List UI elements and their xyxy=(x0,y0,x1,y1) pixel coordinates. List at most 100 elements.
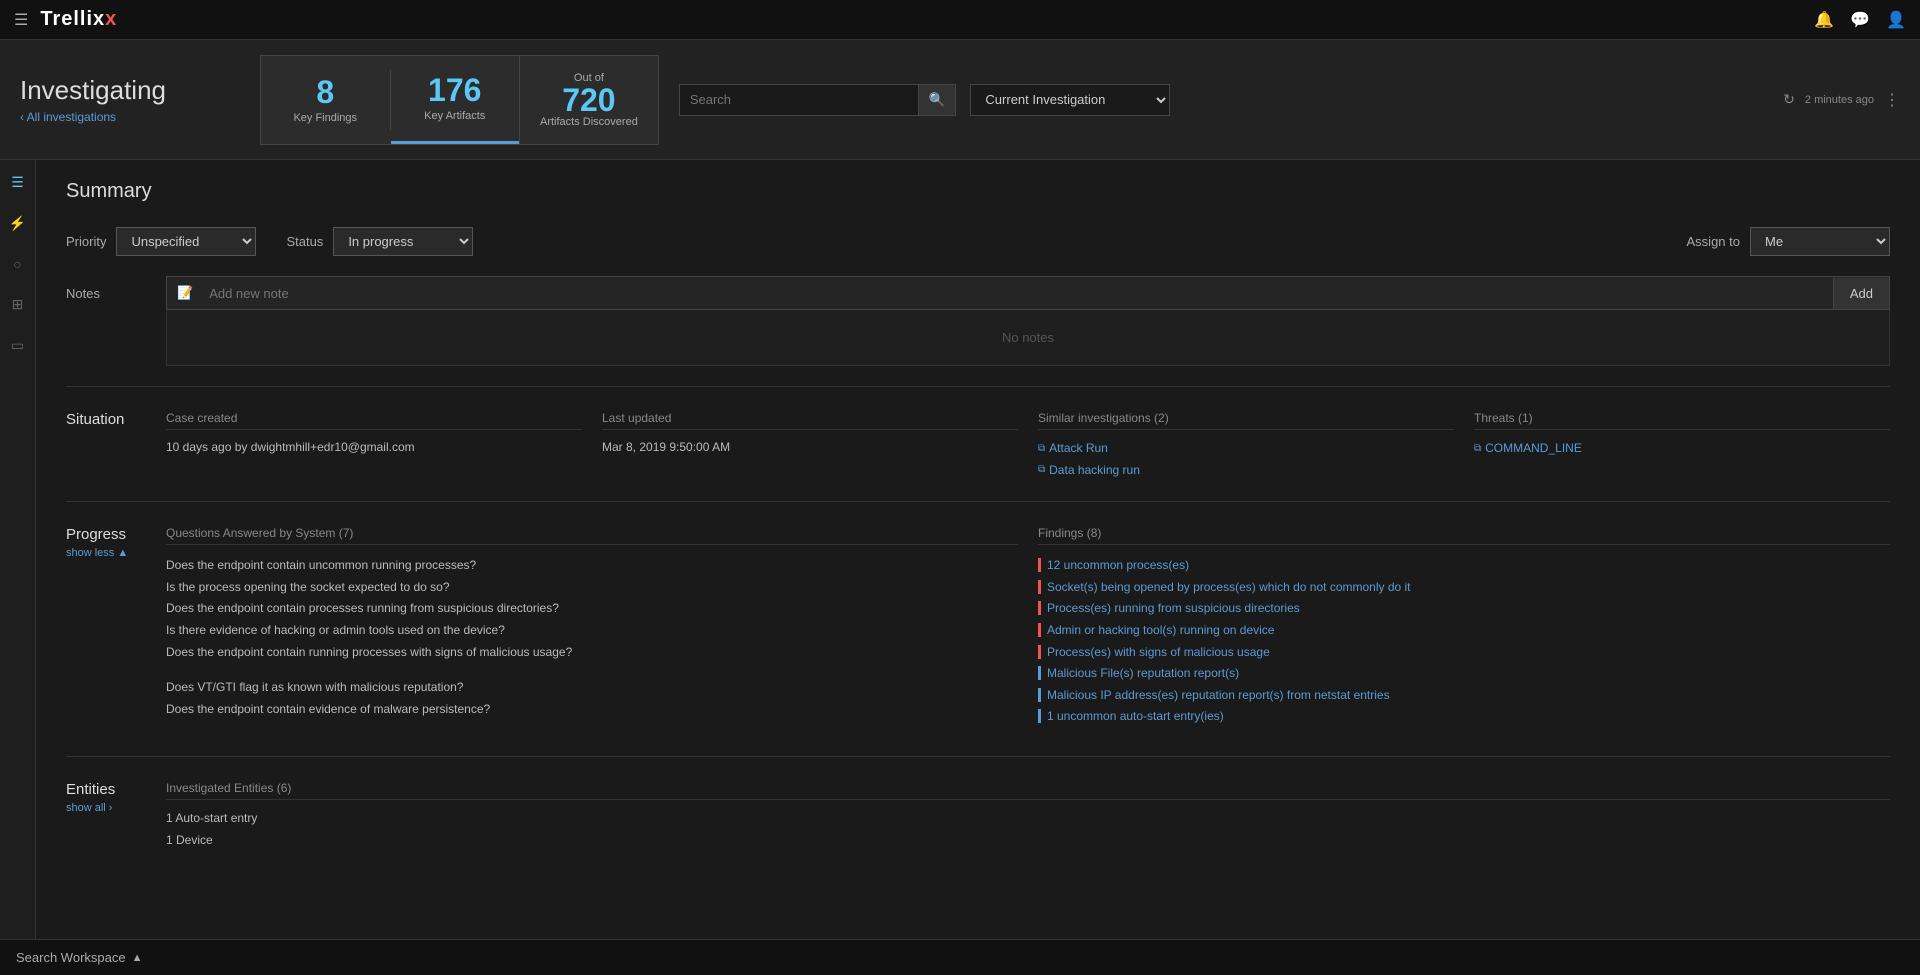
finding-3[interactable]: Process(es) running from suspicious dire… xyxy=(1038,598,1890,620)
progress-header-row: Progress show less ▲ Questions Answered … xyxy=(66,526,1890,728)
artifacts-block: Out of 720 Artifacts Discovered xyxy=(520,55,659,145)
more-options-icon[interactable]: ⋮ xyxy=(1884,90,1900,110)
sidebar-book-icon[interactable]: ▭ xyxy=(7,333,28,358)
finding-bar-1 xyxy=(1038,558,1041,572)
question-1: Does the endpoint contain uncommon runni… xyxy=(166,555,1018,577)
entities-left: Entities show all › xyxy=(66,781,146,814)
status-group: Status In progress Open Closed Resolved xyxy=(286,227,473,256)
case-created-value: 10 days ago by dwightmhill+edr10@gmail.c… xyxy=(166,438,582,457)
hamburger-icon[interactable]: ☰ xyxy=(14,10,28,30)
finding-7[interactable]: Malicious IP address(es) reputation repo… xyxy=(1038,685,1890,707)
finding-8[interactable]: 1 uncommon auto-start entry(ies) xyxy=(1038,706,1890,728)
notes-label: Notes xyxy=(66,276,146,301)
entities-col-header: Investigated Entities (6) xyxy=(166,781,1890,800)
notes-input[interactable] xyxy=(203,278,1833,309)
all-investigations-link[interactable]: All investigations xyxy=(20,110,240,124)
note-icon: 📝 xyxy=(167,277,203,309)
finding-bar-2 xyxy=(1038,580,1041,594)
no-notes-message: No notes xyxy=(166,310,1890,366)
finding-5[interactable]: Process(es) with signs of malicious usag… xyxy=(1038,642,1890,664)
progress-left: Progress show less ▲ xyxy=(66,526,146,559)
finding-bar-7 xyxy=(1038,688,1041,702)
similar-investigations-header: Similar investigations (2) xyxy=(1038,411,1454,430)
left-sidebar: ☰ ⚡ ○ ⊞ ▭ xyxy=(0,160,36,939)
assign-select[interactable]: Me Team Unassigned xyxy=(1750,227,1890,256)
notes-input-row: 📝 Add xyxy=(166,276,1890,310)
header-bar: Investigating All investigations 8 Key F… xyxy=(0,40,1920,160)
similar-investigations-col: Similar investigations (2) Attack Run Da… xyxy=(1038,411,1454,481)
finding-bar-6 xyxy=(1038,666,1041,680)
progress-title: Progress xyxy=(66,526,146,543)
finding-bar-5 xyxy=(1038,645,1041,659)
chat-icon[interactable]: 💬 xyxy=(1850,10,1870,30)
entity-2: 1 Device xyxy=(166,830,1890,852)
logo: Trellixx xyxy=(40,8,117,31)
finding-bar-3 xyxy=(1038,601,1041,615)
last-updated-value: Mar 8, 2019 9:50:00 AM xyxy=(602,438,1018,457)
situation-label: Situation xyxy=(66,411,146,428)
data-hacking-link[interactable]: Data hacking run xyxy=(1038,460,1454,482)
user-icon[interactable]: 👤 xyxy=(1886,10,1906,30)
finding-4[interactable]: Admin or hacking tool(s) running on devi… xyxy=(1038,620,1890,642)
question-4: Is there evidence of hacking or admin to… xyxy=(166,620,1018,642)
entity-1: 1 Auto-start entry xyxy=(166,808,1890,830)
chevron-up-icon: ▲ xyxy=(132,952,143,964)
investigating-title: Investigating xyxy=(20,75,240,106)
refresh-icon[interactable]: ↻ xyxy=(1783,91,1795,108)
last-updated-col: Last updated Mar 8, 2019 9:50:00 AM xyxy=(602,411,1018,481)
entities-header-row: Entities show all › Investigated Entitie… xyxy=(66,781,1890,851)
search-block: 🔍 xyxy=(679,84,957,116)
show-less-button[interactable]: show less ▲ xyxy=(66,547,146,559)
priority-select[interactable]: Unspecified Low Medium High Critical xyxy=(116,227,256,256)
assign-label: Assign to xyxy=(1687,234,1740,249)
sidebar-circle-icon[interactable]: ○ xyxy=(9,252,25,276)
last-updated-header: Last updated xyxy=(602,411,1018,430)
progress-cols: Questions Answered by System (7) Does th… xyxy=(166,526,1890,728)
finding-6[interactable]: Malicious File(s) reputation report(s) xyxy=(1038,663,1890,685)
status-select[interactable]: In progress Open Closed Resolved xyxy=(333,227,473,256)
bottom-bar: Search Workspace ▲ xyxy=(0,939,1920,975)
key-findings-stat[interactable]: 8 Key Findings xyxy=(261,56,390,144)
notes-header-row: Notes 📝 Add No notes xyxy=(66,276,1890,366)
questions-col: Questions Answered by System (7) Does th… xyxy=(166,526,1018,728)
status-label: Status xyxy=(286,234,323,249)
questions-header: Questions Answered by System (7) xyxy=(166,526,1018,545)
main-content: Summary Priority Unspecified Low Medium … xyxy=(36,160,1920,939)
attack-run-link[interactable]: Attack Run xyxy=(1038,438,1454,460)
key-artifacts-count: 176 xyxy=(428,74,481,106)
key-artifacts-label: Key Artifacts xyxy=(424,110,485,122)
refresh-time: 2 minutes ago xyxy=(1805,94,1874,106)
sidebar-grid-icon[interactable]: ⊞ xyxy=(8,292,28,317)
question-spacer xyxy=(166,663,1018,677)
bell-icon[interactable]: 🔔 xyxy=(1814,10,1834,30)
artifacts-count: 720 xyxy=(562,84,615,116)
finding-2[interactable]: Socket(s) being opened by process(es) wh… xyxy=(1038,577,1890,599)
add-note-button[interactable]: Add xyxy=(1833,278,1889,309)
progress-section: Progress show less ▲ Questions Answered … xyxy=(66,526,1890,757)
show-all-button[interactable]: show all › xyxy=(66,802,146,814)
artifacts-discovered-label: Artifacts Discovered xyxy=(540,116,638,128)
main-layout: ☰ ⚡ ○ ⊞ ▭ Summary Priority Unspecified L… xyxy=(0,160,1920,939)
entities-content: Investigated Entities (6) 1 Auto-start e… xyxy=(166,781,1890,851)
key-artifacts-stat[interactable]: 176 Key Artifacts xyxy=(391,56,520,144)
sidebar-menu-icon[interactable]: ☰ xyxy=(7,170,28,195)
finding-bar-4 xyxy=(1038,623,1041,637)
question-7: Does the endpoint contain evidence of ma… xyxy=(166,699,1018,721)
stats-box: 8 Key Findings 176 Key Artifacts xyxy=(260,55,520,145)
search-button[interactable]: 🔍 xyxy=(919,84,957,116)
case-created-header: Case created xyxy=(166,411,582,430)
finding-1[interactable]: 12 uncommon process(es) xyxy=(1038,555,1890,577)
search-workspace-button[interactable]: Search Workspace ▲ xyxy=(16,950,142,965)
question-2: Is the process opening the socket expect… xyxy=(166,577,1018,599)
top-nav: ☰ Trellixx 🔔 💬 👤 xyxy=(0,0,1920,40)
case-created-col: Case created 10 days ago by dwightmhill+… xyxy=(166,411,582,481)
sidebar-graph-icon[interactable]: ⚡ xyxy=(5,211,30,236)
key-findings-count: 8 xyxy=(316,76,334,108)
entities-title: Entities xyxy=(66,781,146,798)
search-input[interactable] xyxy=(679,84,919,116)
command-line-link[interactable]: COMMAND_LINE xyxy=(1474,438,1890,460)
finding-bar-8 xyxy=(1038,709,1041,723)
threats-col: Threats (1) COMMAND_LINE xyxy=(1474,411,1890,481)
situation-section: Situation Case created 10 days ago by dw… xyxy=(66,411,1890,502)
current-investigation-select[interactable]: Current Investigation xyxy=(970,84,1170,116)
